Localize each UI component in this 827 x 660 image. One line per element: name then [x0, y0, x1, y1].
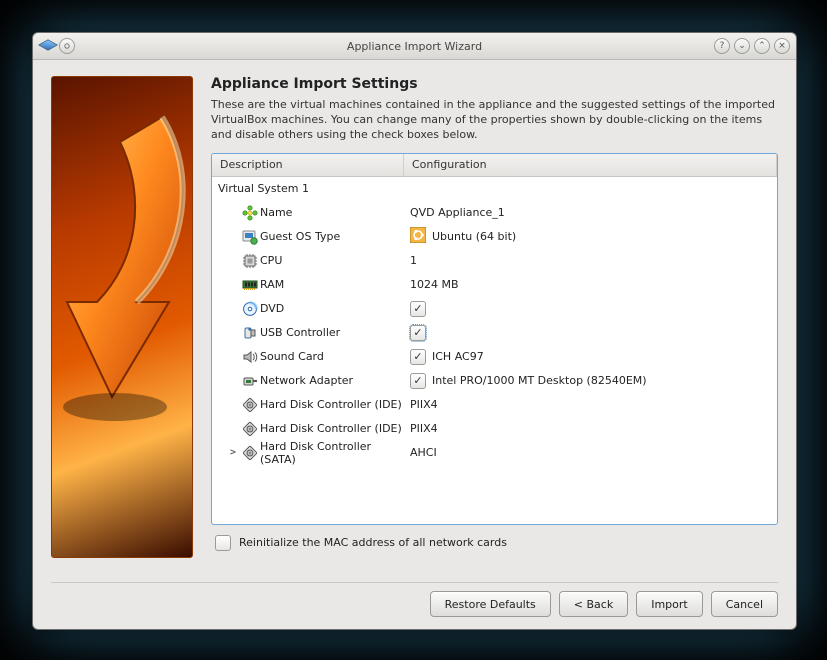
cpu-icon: [240, 253, 260, 269]
row-label: DVD: [260, 302, 404, 315]
row-configuration: [404, 325, 777, 341]
wizard-side-graphic: [51, 76, 193, 558]
app-cube-icon: [39, 38, 55, 54]
hdd-icon: [240, 445, 260, 461]
row-value: PIIX4: [410, 422, 438, 435]
titlebar-pin-button[interactable]: [59, 38, 75, 54]
mac-reinit-checkbox[interactable]: [215, 535, 231, 551]
os-icon: [240, 229, 260, 245]
hdd-icon: [240, 397, 260, 413]
row-label: Network Adapter: [260, 374, 404, 387]
row-configuration: 1: [404, 254, 777, 267]
row-configuration: [404, 301, 777, 317]
minimize-button[interactable]: ⌄: [734, 38, 750, 54]
table-row[interactable]: Name QVD Appliance_1: [212, 201, 777, 225]
table-row[interactable]: USB Controller: [212, 321, 777, 345]
table-header: Description Configuration: [212, 154, 777, 177]
back-button[interactable]: < Back: [559, 591, 628, 617]
content-area: Appliance Import Settings These are the …: [33, 60, 796, 576]
page-title: Appliance Import Settings: [211, 76, 778, 92]
settings-table: Description Configuration Virtual System…: [211, 153, 778, 525]
disc-icon: [240, 301, 260, 317]
mac-reinit-label: Reinitialize the MAC address of all netw…: [239, 536, 507, 549]
row-label: Hard Disk Controller (SATA): [260, 440, 404, 466]
row-configuration: PIIX4: [404, 422, 777, 435]
hdd-icon: [240, 421, 260, 437]
row-label: CPU: [260, 254, 404, 267]
row-configuration: Intel PRO/1000 MT Desktop (82540EM): [404, 373, 777, 389]
table-row[interactable]: Guest OS Type Ubuntu (64 bit): [212, 225, 777, 249]
row-configuration: 1024 MB: [404, 278, 777, 291]
expand-toggle-icon[interactable]: >: [212, 447, 240, 458]
ram-icon: [240, 277, 260, 293]
table-body[interactable]: Virtual System 1 Name QVD Appliance_1 Guest…: [212, 177, 777, 524]
table-row[interactable]: DVD: [212, 297, 777, 321]
row-label: Name: [260, 206, 404, 219]
usb-icon: [240, 325, 260, 341]
right-pane: Appliance Import Settings These are the …: [211, 76, 778, 566]
row-value: 1024 MB: [410, 278, 459, 291]
table-row[interactable]: RAM 1024 MB: [212, 273, 777, 297]
row-value: 1: [410, 254, 417, 267]
row-label: Sound Card: [260, 350, 404, 363]
mac-reinit-row: Reinitialize the MAC address of all netw…: [211, 535, 778, 551]
ubuntu-icon: [410, 227, 426, 246]
help-button[interactable]: ?: [714, 38, 730, 54]
titlebar: Appliance Import Wizard ? ⌄ ⌃ ×: [33, 33, 796, 60]
table-row[interactable]: Hard Disk Controller (IDE) PIIX4: [212, 393, 777, 417]
row-configuration: AHCI: [404, 446, 777, 459]
row-configuration: ICH AC97: [404, 349, 777, 365]
row-label: Hard Disk Controller (IDE): [260, 422, 404, 435]
table-row[interactable]: > Hard Disk Controller (SATA) AHCI: [212, 441, 777, 465]
row-value: QVD Appliance_1: [410, 206, 505, 219]
dialog-window: Appliance Import Wizard ? ⌄ ⌃ ×: [32, 32, 797, 630]
restore-defaults-button[interactable]: Restore Defaults: [430, 591, 551, 617]
button-bar: Restore Defaults < Back Import Cancel: [33, 583, 796, 629]
row-label: RAM: [260, 278, 404, 291]
row-configuration: PIIX4: [404, 398, 777, 411]
table-group-row[interactable]: Virtual System 1: [212, 177, 777, 201]
table-row[interactable]: Sound Card ICH AC97: [212, 345, 777, 369]
row-checkbox[interactable]: [410, 325, 426, 341]
row-configuration: QVD Appliance_1: [404, 206, 777, 219]
close-button[interactable]: ×: [774, 38, 790, 54]
cancel-button[interactable]: Cancel: [711, 591, 778, 617]
table-row[interactable]: Hard Disk Controller (IDE) PIIX4: [212, 417, 777, 441]
row-checkbox[interactable]: [410, 349, 426, 365]
header-configuration[interactable]: Configuration: [404, 154, 777, 176]
row-value: Intel PRO/1000 MT Desktop (82540EM): [432, 374, 647, 387]
row-checkbox[interactable]: [410, 373, 426, 389]
row-label: USB Controller: [260, 326, 404, 339]
page-description: These are the virtual machines contained…: [211, 98, 778, 143]
row-value: ICH AC97: [432, 350, 484, 363]
net-icon: [240, 373, 260, 389]
header-description[interactable]: Description: [212, 154, 404, 176]
row-configuration: Ubuntu (64 bit): [404, 227, 777, 246]
sound-icon: [240, 349, 260, 365]
row-value: AHCI: [410, 446, 437, 459]
import-button[interactable]: Import: [636, 591, 703, 617]
row-label: Hard Disk Controller (IDE): [260, 398, 404, 411]
flower-icon: [240, 205, 260, 221]
row-value: PIIX4: [410, 398, 438, 411]
row-value: Ubuntu (64 bit): [432, 230, 516, 243]
table-row[interactable]: CPU 1: [212, 249, 777, 273]
table-row[interactable]: Network Adapter Intel PRO/1000 MT Desktop…: [212, 369, 777, 393]
row-checkbox[interactable]: [410, 301, 426, 317]
window-title: Appliance Import Wizard: [33, 40, 796, 53]
maximize-button[interactable]: ⌃: [754, 38, 770, 54]
row-label: Guest OS Type: [260, 230, 404, 243]
